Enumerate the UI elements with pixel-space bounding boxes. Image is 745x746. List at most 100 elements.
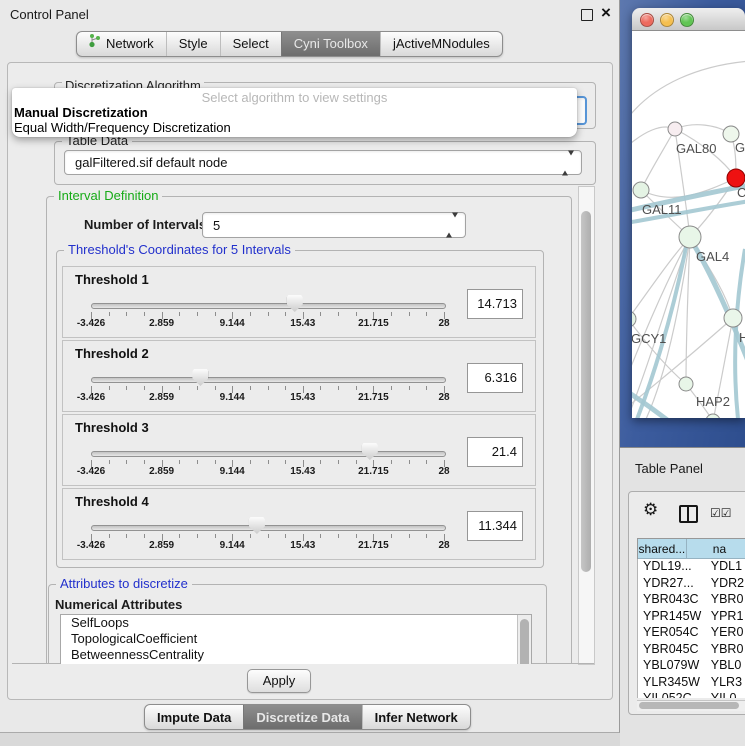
tick-label: 15.43 bbox=[279, 392, 327, 403]
threshold-panel: Threshold 4-3.4262.8599.14415.4321.71528… bbox=[62, 488, 536, 560]
attribute-item-betweennesscentrality[interactable]: BetweennessCentrality bbox=[61, 647, 531, 663]
scrollbar-thumb[interactable] bbox=[581, 211, 591, 572]
algorithm-option-manual-discretization[interactable]: Manual Discretization bbox=[14, 105, 575, 120]
slider-track[interactable] bbox=[91, 377, 446, 383]
tab-label: Discretize Data bbox=[256, 706, 349, 729]
table-data-combobox[interactable]: galFiltered.sif default node bbox=[64, 150, 582, 175]
network-edge[interactable] bbox=[632, 61, 745, 123]
tab-jactivemnodules[interactable]: jActiveMNodules bbox=[380, 32, 502, 56]
tick-label: 2.859 bbox=[138, 466, 186, 477]
table-row[interactable]: YDR27...YDR2 bbox=[638, 576, 745, 593]
table-row[interactable]: YBR043CYBR0 bbox=[638, 592, 745, 609]
zoom-traffic-light[interactable] bbox=[680, 13, 694, 27]
network-edge-thick[interactable] bbox=[632, 387, 704, 418]
tick-mark bbox=[179, 460, 180, 464]
scrollbar-thumb[interactable] bbox=[639, 702, 739, 709]
tick-mark bbox=[338, 534, 339, 538]
table-row[interactable]: YIL052CYIL0 bbox=[638, 691, 745, 698]
slider-track[interactable] bbox=[91, 451, 446, 457]
threshold-value-field[interactable]: 14.713 bbox=[467, 289, 523, 319]
algorithm-dropdown-popup: Select algorithm to view settings Manual… bbox=[12, 88, 577, 137]
table-row[interactable]: YBL079WYBL0 bbox=[638, 658, 745, 675]
network-graph[interactable]: GAL80GAGAL11CGAL4GCY1HHAP2 bbox=[632, 31, 745, 418]
slider-thumb[interactable] bbox=[287, 295, 303, 312]
tick-mark bbox=[215, 386, 216, 390]
table-row[interactable]: YBR045CYBR0 bbox=[638, 642, 745, 659]
network-edge[interactable] bbox=[675, 125, 731, 134]
algorithm-option-equal-width-frequency-discretization[interactable]: Equal Width/Frequency Discretization bbox=[14, 120, 575, 135]
table-row[interactable]: YDL19...YDL1 bbox=[638, 559, 745, 576]
table-header-row: shared... na bbox=[637, 538, 745, 559]
cell-name: YLR3 bbox=[711, 675, 745, 692]
attribute-item-topologicalcoefficient[interactable]: TopologicalCoefficient bbox=[61, 631, 531, 647]
tab-network[interactable]: Network bbox=[77, 32, 166, 56]
attribute-item-selfloops[interactable]: SelfLoops bbox=[61, 615, 531, 631]
tab-infer-network[interactable]: Infer Network bbox=[362, 705, 470, 729]
network-window-titlebar[interactable] bbox=[632, 8, 745, 31]
threshold-value-field[interactable]: 6.316 bbox=[467, 363, 523, 393]
tab-discretize-data[interactable]: Discretize Data bbox=[243, 705, 361, 729]
tick-mark bbox=[426, 386, 427, 390]
tab-cyni-toolbox[interactable]: Cyni Toolbox bbox=[281, 32, 380, 56]
close-icon[interactable]: × bbox=[601, 3, 611, 23]
threshold-value-field[interactable]: 21.4 bbox=[467, 437, 523, 467]
settings-vertical-scrollbar[interactable] bbox=[578, 186, 595, 665]
tick-mark bbox=[250, 534, 251, 538]
network-edge[interactable] bbox=[641, 129, 675, 190]
tick-mark bbox=[391, 312, 392, 316]
tab-select[interactable]: Select bbox=[220, 32, 281, 56]
slider-thumb[interactable] bbox=[362, 443, 378, 460]
number-of-intervals-combobox[interactable]: 5 bbox=[202, 212, 466, 238]
cell-name: YIL0 bbox=[711, 691, 745, 698]
threshold-panel: Threshold 3-3.4262.8599.14415.4321.71528… bbox=[62, 414, 536, 486]
tab-style[interactable]: Style bbox=[166, 32, 220, 56]
tick-mark bbox=[109, 460, 110, 464]
column-header-name[interactable]: na bbox=[687, 539, 745, 559]
numerical-attributes-list[interactable]: SelfLoopsTopologicalCoefficientBetweenne… bbox=[60, 614, 532, 664]
slider-thumb[interactable] bbox=[249, 517, 265, 534]
network-node[interactable] bbox=[668, 122, 682, 136]
float-window-icon[interactable] bbox=[581, 9, 593, 21]
gear-icon[interactable]: ⚙ bbox=[643, 500, 658, 520]
slider-thumb[interactable] bbox=[192, 369, 208, 386]
cell-shared-name: YBL079W bbox=[638, 658, 711, 675]
tab-impute-data[interactable]: Impute Data bbox=[145, 705, 243, 729]
discretization-algorithm-title-clipped: Discretization Algorithm bbox=[62, 78, 204, 88]
table-row[interactable]: YER054CYER0 bbox=[638, 625, 745, 642]
attributes-list-scrollbar[interactable] bbox=[517, 615, 531, 664]
split-columns-icon[interactable] bbox=[679, 505, 698, 523]
tick-mark bbox=[338, 460, 339, 464]
network-edge[interactable] bbox=[632, 237, 690, 389]
network-canvas[interactable]: GAL80GAGAL11CGAL4GCY1HHAP2 bbox=[632, 31, 745, 418]
minimize-traffic-light[interactable] bbox=[660, 13, 674, 27]
network-node[interactable] bbox=[633, 182, 649, 198]
network-edge[interactable] bbox=[641, 178, 736, 197]
table-horizontal-scrollbar[interactable] bbox=[637, 700, 745, 711]
tab-label: jActiveMNodules bbox=[393, 32, 490, 56]
tick-mark bbox=[268, 534, 269, 538]
network-node[interactable] bbox=[632, 311, 636, 327]
select-columns-checkboxes-icon[interactable]: ☑☑ bbox=[710, 506, 732, 520]
apply-button[interactable]: Apply bbox=[247, 669, 311, 693]
table-data-value: galFiltered.sif default node bbox=[75, 151, 227, 174]
tick-mark bbox=[320, 460, 321, 464]
tick-label: 2.859 bbox=[138, 318, 186, 329]
close-traffic-light[interactable] bbox=[640, 13, 654, 27]
column-header-shared-name[interactable]: shared... bbox=[638, 539, 687, 559]
slider-track[interactable] bbox=[91, 525, 446, 531]
table-row[interactable]: YLR345WYLR3 bbox=[638, 675, 745, 692]
threshold-value-field[interactable]: 11.344 bbox=[467, 511, 523, 541]
tick-mark bbox=[126, 386, 127, 390]
slider-track[interactable] bbox=[91, 303, 446, 309]
tick-mark bbox=[338, 312, 339, 316]
tick-mark bbox=[391, 534, 392, 538]
network-node[interactable] bbox=[724, 309, 742, 327]
scrollbar-thumb[interactable] bbox=[520, 619, 529, 664]
network-node[interactable] bbox=[679, 377, 693, 391]
cell-name: YER0 bbox=[711, 625, 745, 642]
tick-label: -3.426 bbox=[67, 392, 115, 403]
table-row[interactable]: YPR145WYPR1 bbox=[638, 609, 745, 626]
tick-label: 2.859 bbox=[138, 392, 186, 403]
network-node[interactable] bbox=[679, 226, 701, 248]
tick-label: 9.144 bbox=[208, 466, 256, 477]
